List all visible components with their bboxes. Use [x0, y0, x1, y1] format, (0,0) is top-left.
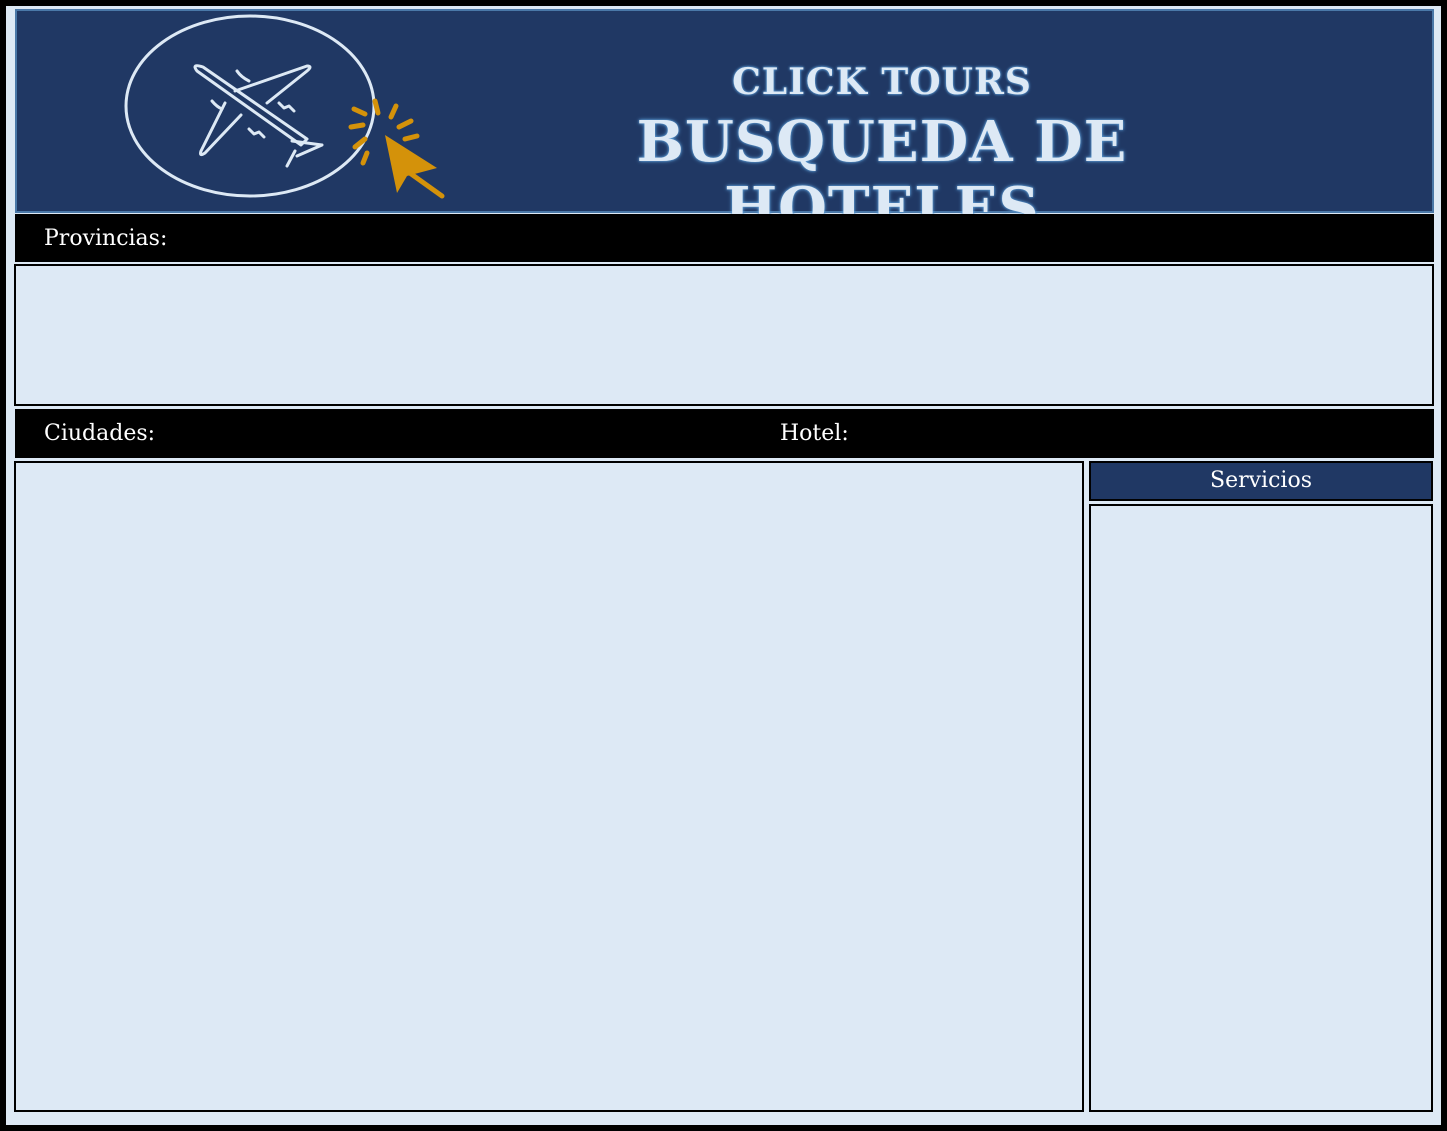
airplane-click-icon	[124, 14, 445, 199]
provincias-label: Provincias:	[44, 226, 168, 251]
provincias-list[interactable]	[14, 264, 1434, 406]
ciudades-label: Ciudades:	[44, 421, 156, 446]
app-frame: CLICK TOURS BUSQUEDA DE HOTELES Provinci…	[6, 6, 1441, 1125]
header-banner: CLICK TOURS BUSQUEDA DE HOTELES	[15, 9, 1434, 241]
brand-title: CLICK TOURS	[732, 61, 1032, 103]
hotel-label: Hotel:	[780, 421, 849, 446]
ciudades-hotel-bar: Ciudades: Hotel:	[15, 409, 1434, 458]
servicios-list[interactable]	[1089, 504, 1433, 1112]
servicios-header: Servicios	[1089, 461, 1433, 501]
provincias-bar: Provincias:	[15, 214, 1434, 262]
ciudades-list[interactable]	[14, 461, 1084, 1112]
